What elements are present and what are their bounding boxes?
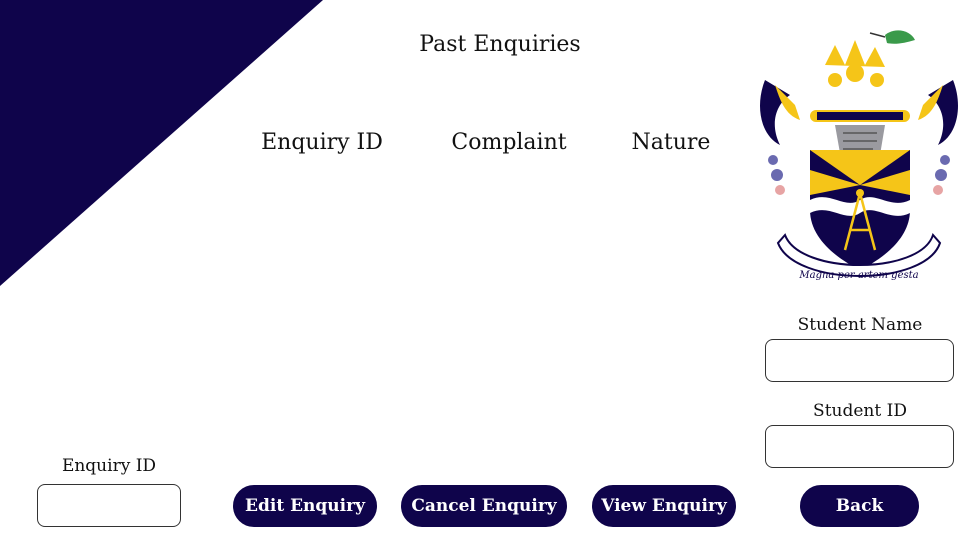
student-name-input[interactable] [765,339,954,382]
student-id-input[interactable] [765,425,954,468]
view-enquiry-button[interactable]: View Enquiry [592,485,736,527]
column-header-enquiry-id: Enquiry ID [261,130,383,155]
student-id-label: Student ID [813,401,907,421]
coat-of-arms-logo: Magna per artem gesta [760,30,958,281]
enquiry-id-input[interactable] [37,484,181,527]
student-name-label: Student Name [797,315,923,335]
crest-motto: Magna per artem gesta [798,270,918,281]
cancel-enquiry-button[interactable]: Cancel Enquiry [401,485,567,527]
edit-enquiry-button[interactable]: Edit Enquiry [233,485,377,527]
back-button[interactable]: Back [800,485,919,527]
column-header-nature: Nature [631,130,711,155]
enquiry-id-label: Enquiry ID [61,456,157,476]
column-header-complaint: Complaint [451,130,567,155]
page-title: Past Enquiries [419,32,581,57]
